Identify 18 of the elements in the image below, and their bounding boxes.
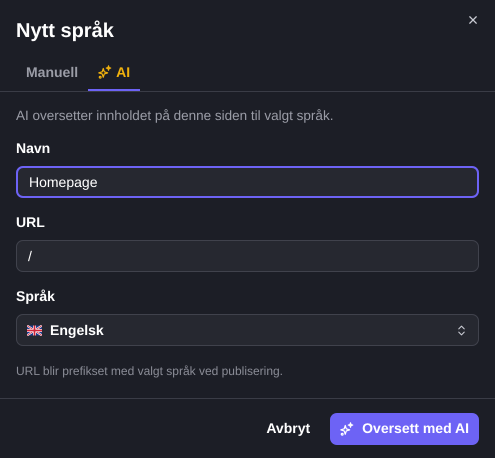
hint-text: URL blir prefikset med valgt språk ved publisering.: [16, 363, 284, 380]
description: AI oversetter innholdet på denne siden til valgt språk.: [16, 107, 334, 125]
translate-button[interactable]: Oversett med AI: [330, 412, 479, 444]
dialog-title: Nytt språk: [16, 19, 114, 43]
sparkle-icon: [98, 65, 112, 79]
sparkle-icon: [340, 422, 354, 436]
input-field[interactable]: Homepage: [16, 166, 479, 198]
select-value: Engelsk: [50, 320, 105, 340]
language-select[interactable]: Engelsk: [16, 314, 479, 346]
field-label: Språk: [16, 287, 55, 306]
close-button[interactable]: ×: [463, 10, 483, 30]
flag-icon: [27, 324, 42, 336]
cancel-button[interactable]: Avbryt: [256, 412, 320, 444]
tab[interactable]: AI: [88, 55, 140, 91]
tab[interactable]: Manuell: [16, 55, 88, 91]
field-label: Navn: [16, 139, 50, 158]
input-field[interactable]: /: [16, 240, 479, 272]
field-label: URL: [16, 213, 45, 232]
